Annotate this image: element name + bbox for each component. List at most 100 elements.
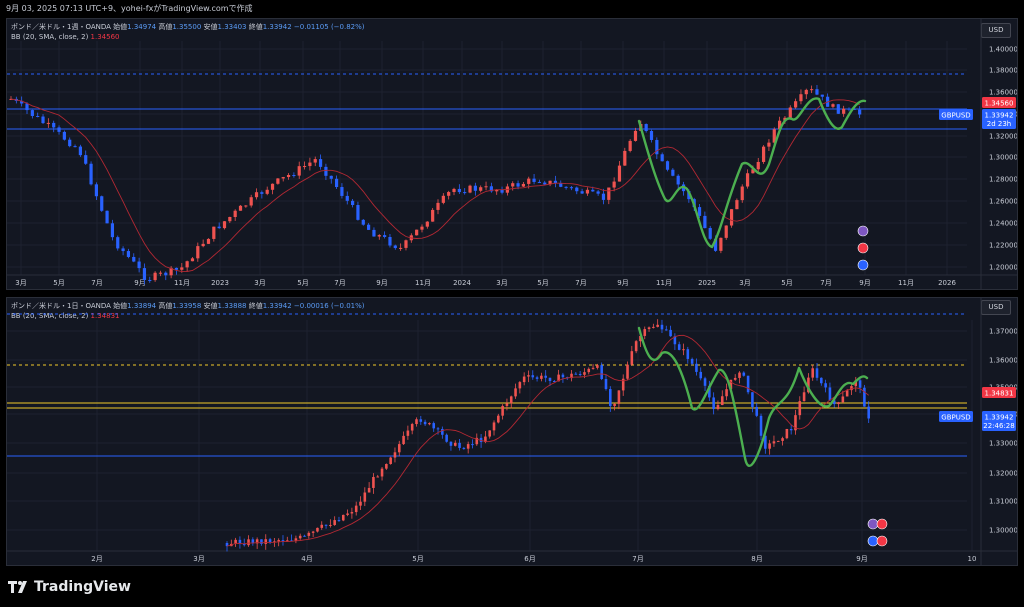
candle-body: [46, 122, 50, 124]
candle-body: [228, 216, 232, 222]
last-price-text: 1.33942: [985, 414, 1014, 422]
price-axis-label: 1.30000: [989, 527, 1017, 535]
price-axis-label: 1.36000: [989, 89, 1017, 97]
candle-body: [399, 247, 403, 249]
price-axis-label: 1.33000: [989, 440, 1017, 448]
candle-body: [341, 514, 345, 521]
candle-body: [148, 279, 152, 281]
candle-body: [751, 392, 754, 407]
candle-body: [613, 403, 616, 407]
daily-price-chart[interactable]: 1.370001.360001.350001.340001.330001.320…: [7, 298, 1017, 565]
candle-body: [372, 229, 376, 237]
candle-body: [441, 195, 445, 203]
time-axis-label: 5月: [781, 279, 792, 287]
candle-body: [286, 174, 291, 178]
price-axis-label: 1.37000: [989, 328, 1017, 336]
candle-body: [511, 183, 515, 187]
candle-body: [89, 163, 93, 185]
candle-body: [837, 402, 840, 405]
candle-body: [415, 419, 418, 425]
candle-body: [815, 368, 819, 378]
candle-body: [703, 378, 707, 386]
candle-body: [738, 372, 741, 378]
candle-body: [647, 327, 651, 330]
candle-body: [350, 512, 354, 514]
candle-body: [431, 209, 435, 222]
candle-body: [367, 487, 371, 493]
candle-body: [190, 258, 195, 262]
candle-body: [484, 186, 488, 188]
candle-body: [633, 130, 638, 141]
candle-body: [518, 382, 522, 389]
candle-body: [578, 373, 582, 375]
candle-body: [260, 192, 264, 194]
candle-body: [380, 468, 384, 477]
time-axis-label: 3月: [496, 279, 507, 287]
candle-body: [712, 397, 715, 410]
candle-body: [509, 396, 513, 404]
bb-price-tag-text: 1.34560: [985, 100, 1014, 108]
candle-body: [522, 376, 526, 383]
time-axis-label: 7月: [575, 279, 586, 287]
weekly-chart-pane[interactable]: ポンド／米ドル・1週・OANDA 始値1.34974 高値1.35500 安値1…: [6, 18, 1018, 290]
candle-body: [505, 403, 509, 406]
daily-chart-pane[interactable]: ポンド／米ドル・1日・OANDA 始値1.33894 高値1.33958 安値1…: [6, 297, 1018, 566]
candle-body: [196, 246, 200, 259]
candle-body: [201, 243, 205, 247]
price-axis-label: 1.36000: [989, 357, 1017, 365]
candle-body: [729, 209, 734, 226]
candle-body: [686, 349, 690, 359]
candle-body: [630, 351, 634, 365]
time-axis-label: 5月: [297, 279, 308, 287]
candle-body: [824, 383, 827, 388]
candle-body: [583, 372, 586, 375]
candle-body: [842, 108, 846, 114]
candle-body: [596, 365, 599, 368]
candle-body: [277, 540, 280, 542]
weekly-price-chart[interactable]: 1.400001.380001.360001.340001.320001.300…: [7, 19, 1017, 289]
candle-body: [742, 372, 746, 376]
candle-body: [596, 191, 600, 194]
candle-body: [281, 540, 285, 542]
candle-body: [671, 169, 675, 176]
candle-body: [415, 229, 419, 236]
bollinger-basis-line: [10, 98, 860, 273]
price-axis-label: 1.30000: [989, 154, 1017, 162]
candle-body: [376, 476, 380, 478]
candle-body: [264, 539, 268, 544]
candle-body: [233, 210, 237, 217]
candle-body: [543, 182, 547, 185]
candle-body: [548, 377, 552, 382]
candle-body: [389, 457, 392, 464]
candle-body: [755, 406, 759, 416]
candle-body: [612, 181, 616, 188]
time-axis-label: 2026: [938, 279, 956, 287]
candle-body: [441, 428, 444, 435]
time-axis-label: 5月: [537, 279, 548, 287]
candle-body: [367, 224, 371, 230]
candle-body: [452, 188, 456, 193]
candle-body: [410, 424, 414, 431]
candle-body: [254, 192, 259, 198]
candle-body: [527, 178, 531, 184]
candle-body: [828, 387, 832, 401]
candle-body: [449, 441, 453, 446]
candle-body: [804, 89, 808, 95]
time-axis-label: 5月: [412, 555, 423, 563]
candle-body: [333, 520, 336, 525]
candle-body: [94, 184, 99, 197]
candle-body: [697, 207, 702, 216]
us-flag-icon: [867, 535, 879, 547]
symbol-tag-text: GBPUSD: [941, 414, 970, 422]
price-axis-label: 1.20000: [989, 264, 1017, 272]
candle-body: [799, 94, 803, 102]
candle-body: [802, 392, 806, 402]
candle-body: [703, 215, 707, 229]
price-axis-label: 1.28000: [989, 176, 1017, 184]
candle-body: [867, 406, 870, 419]
time-axis-label: 11月: [174, 279, 190, 287]
candle-body: [858, 109, 862, 115]
bar-countdown-text: 2d 23h: [987, 120, 1011, 128]
candle-body: [334, 178, 339, 188]
candle-body: [564, 186, 568, 188]
